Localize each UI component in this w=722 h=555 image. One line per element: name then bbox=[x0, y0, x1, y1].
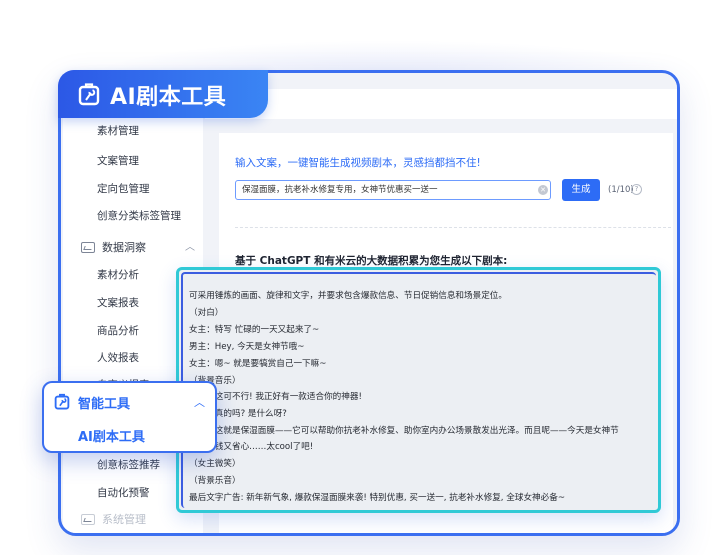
sidebar-item-product-analysis[interactable]: 商品分析 bbox=[97, 323, 139, 338]
script-line: 男主：Hey, 今天是女神节哦~ bbox=[189, 342, 305, 352]
header-strip bbox=[205, 89, 677, 119]
chevron-up-icon[interactable]: ︿ bbox=[185, 238, 195, 253]
badge-title: AI剧本工具 bbox=[110, 85, 227, 110]
generate-button[interactable]: 生成 bbox=[562, 179, 600, 201]
title-badge: AI剧本工具 bbox=[58, 70, 268, 118]
sidebar-item-copy[interactable]: 文案管理 bbox=[97, 153, 139, 168]
script-line: 可采用锤炼的画面、旋律和文字，并要求包含爆款信息、节日促销信息和场景定位。 bbox=[189, 291, 507, 301]
sidebar-item-targeting[interactable]: 定向包管理 bbox=[97, 181, 150, 196]
usage-counter: (1/10) bbox=[608, 185, 634, 195]
menu-group-title[interactable]: 智能工具 bbox=[78, 393, 130, 412]
script-line: 最后文字广告: 新年新气象, 爆款保湿面膜来袭! 特别优惠, 买一送一, 抗老补… bbox=[189, 493, 566, 503]
script-line: 女主：特写 忙碌的一天又起来了~ bbox=[189, 325, 320, 335]
script-line: 男主：这就是保湿面膜——它可以帮助你抗老补水修复、助你室内办公场景散发出光泽。而… bbox=[189, 426, 619, 436]
sidebar-item-efficiency-report[interactable]: 人效报表 bbox=[97, 350, 139, 365]
toolbox-icon bbox=[78, 83, 100, 106]
sidebar-item-auto-alert[interactable]: 自动化预警 bbox=[97, 485, 150, 500]
sidebar-item-material-analysis[interactable]: 素材分析 bbox=[97, 267, 139, 282]
chart-monitor-icon bbox=[81, 241, 95, 253]
sidebar-item-copy-report[interactable]: 文案报表 bbox=[97, 295, 139, 310]
divider bbox=[235, 227, 671, 228]
menu-item-ai-script[interactable]: AI剧本工具 bbox=[78, 426, 145, 445]
sidebar-group-data[interactable]: 数据洞察 bbox=[81, 239, 146, 255]
help-icon[interactable]: ? bbox=[631, 184, 642, 195]
script-output: 可采用锤炼的画面、旋律和文字，并要求包含爆款信息、节日促销信息和场景定位。 （对… bbox=[176, 267, 661, 513]
script-line: （对白） bbox=[189, 308, 224, 318]
sidebar-item-tags[interactable]: 创意分类标签管理 bbox=[97, 208, 181, 223]
script-line: 女主：嗯~ 就是要犒赏自己一下嘛~ bbox=[189, 359, 327, 369]
sidebar-item-tag-recommend[interactable]: 创意标签推荐 bbox=[97, 457, 160, 472]
sidebar-item-material[interactable]: 素材管理 bbox=[97, 123, 139, 138]
screenshot-stage: 素材管理 文案管理 定向包管理 创意分类标签管理 数据洞察 ︿ 素材分析 文案报… bbox=[0, 0, 722, 555]
clear-icon[interactable]: ✕ bbox=[538, 185, 548, 195]
copy-input[interactable]: 保湿面膜，抗老补水修复专用，女神节优惠买一送一 bbox=[235, 180, 551, 200]
sidebar-group-label: 数据洞察 bbox=[102, 241, 146, 254]
chevron-up-icon[interactable]: ︿ bbox=[194, 394, 205, 410]
intro-text: 输入文案，一键智能生成视频剧本，灵感挡都挡不住! bbox=[235, 157, 481, 169]
sidebar-group-system[interactable]: 系统管理 bbox=[81, 511, 146, 527]
result-title: 基于 ChatGPT 和有米云的大数据积累为您生成以下剧本: bbox=[235, 255, 508, 267]
script-line: （女主微笑） bbox=[189, 459, 241, 469]
settings-monitor-icon bbox=[81, 513, 95, 525]
toolbox-icon bbox=[54, 393, 70, 410]
script-line: （背景乐音） bbox=[189, 476, 241, 486]
smart-tools-menu[interactable]: 智能工具 ︿ AI剧本工具 bbox=[42, 381, 217, 453]
sidebar-group-label: 系统管理 bbox=[102, 513, 146, 526]
